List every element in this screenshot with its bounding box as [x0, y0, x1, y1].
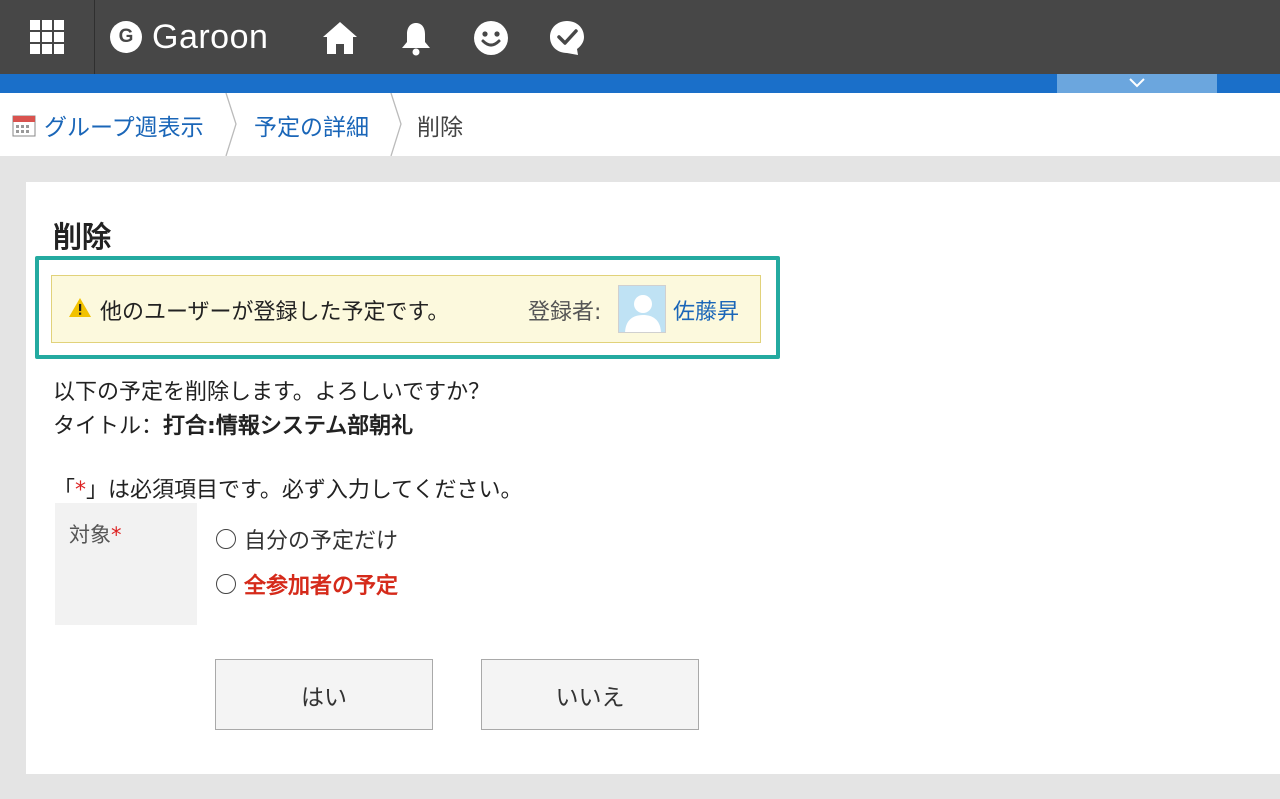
breadcrumb-item-schedule-detail[interactable]: 予定の詳細 — [254, 93, 369, 156]
target-field-label: 対象* — [55, 503, 197, 625]
radio-option-label: 全参加者の予定 — [244, 574, 399, 599]
breadcrumb: グループ週表示 予定の詳細 削除 — [0, 93, 1280, 156]
apps-grid-icon — [30, 20, 64, 54]
avatar — [618, 285, 666, 333]
no-button[interactable]: いいえ — [481, 659, 699, 730]
breadcrumb-item-group-week[interactable]: グループ週表示 — [12, 93, 204, 156]
app-menu-button[interactable] — [0, 0, 95, 74]
warning-icon — [69, 298, 91, 317]
garoon-logo[interactable]: G Garoon — [110, 16, 268, 58]
breadcrumb-separator-icon — [225, 93, 237, 156]
schedule-title-line: タイトル：打合:情報システム部朝礼 — [53, 410, 490, 444]
checked-bubble-icon[interactable] — [547, 18, 587, 58]
registrant-label: 登録者: — [528, 300, 602, 325]
main-panel: 削除 他のユーザーが登録した予定です。 登録者: 佐藤昇 以下の予定を削除します… — [26, 182, 1280, 774]
required-asterisk: * — [111, 523, 122, 547]
schedule-title-label: タイトル： — [53, 414, 164, 439]
smile-icon[interactable] — [471, 18, 511, 58]
top-navigation-bar: G Garoon — [0, 0, 1280, 74]
delete-confirmation: 以下の予定を削除します。よろしいですか？ タイトル：打合:情報システム部朝礼 — [53, 376, 490, 444]
required-field-note: 「*」は必須項目です。必ず入力してください。 — [53, 472, 523, 504]
required-note-open: 「 — [53, 478, 76, 503]
target-label-text: 対象 — [69, 523, 111, 547]
header-expand-toggle[interactable] — [1057, 74, 1217, 93]
confirm-message: 以下の予定を削除します。よろしいですか？ — [53, 380, 491, 405]
registrant-name-link[interactable]: 佐藤昇 — [673, 294, 739, 326]
bell-icon[interactable] — [396, 18, 436, 58]
garoon-logo-text: Garoon — [152, 17, 269, 56]
radio-button[interactable] — [216, 574, 236, 594]
radio-option-label: 自分の予定だけ — [244, 529, 399, 554]
schedule-title-value: 打合:情報システム部朝礼 — [163, 414, 414, 439]
required-note-text: 」は必須項目です。必ず入力してください。 — [86, 478, 523, 503]
user-silhouette-icon — [619, 286, 665, 332]
garoon-logo-mark: G — [110, 21, 142, 53]
yes-button[interactable]: はい — [215, 659, 433, 730]
breadcrumb-link-group-week[interactable]: グループ週表示 — [44, 108, 204, 142]
home-icon[interactable] — [320, 18, 360, 58]
breadcrumb-link-schedule-detail[interactable]: 予定の詳細 — [254, 108, 369, 142]
calendar-icon — [12, 115, 36, 136]
radio-option-own-schedule[interactable]: 自分の予定だけ — [216, 523, 398, 555]
page-title: 削除 — [53, 220, 112, 254]
breadcrumb-item-delete: 削除 — [417, 114, 463, 141]
chevron-down-icon — [1129, 78, 1145, 88]
radio-button[interactable] — [216, 529, 236, 549]
required-asterisk: * — [75, 478, 87, 503]
other-user-notice: 他のユーザーが登録した予定です。 登録者: 佐藤昇 — [51, 275, 761, 343]
notice-message: 他のユーザーが登録した予定です。 — [100, 300, 450, 325]
radio-option-all-participants[interactable]: 全参加者の予定 — [216, 568, 398, 600]
breadcrumb-separator-icon — [390, 93, 402, 156]
